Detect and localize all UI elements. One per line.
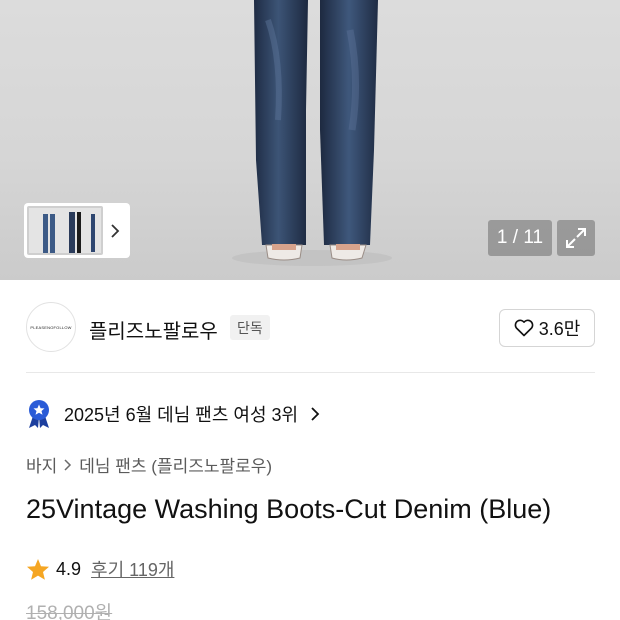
divider: [26, 372, 595, 373]
thumbnail-image[interactable]: [27, 206, 103, 255]
chevron-right-icon: [311, 407, 320, 421]
review-count-link[interactable]: 후기 119개: [91, 556, 174, 582]
like-count: 3.6만: [538, 319, 581, 339]
breadcrumb-item-pants[interactable]: 바지: [26, 452, 57, 477]
exclusive-badge: 단독: [230, 315, 270, 340]
like-button[interactable]: 3.6만: [499, 309, 595, 347]
brand-logo[interactable]: PLEASENOFOLLOW: [26, 302, 76, 352]
thumbnail-chevron-right-icon[interactable]: [103, 223, 127, 239]
ranking-text: 2025년 6월 데님 팬츠 여성 3위: [64, 405, 299, 425]
breadcrumb-item-denim[interactable]: 데님 팬츠 (플리즈노팔로우): [79, 452, 272, 477]
brand-logo-text: PLEASENOFOLLOW: [30, 324, 72, 330]
thumbnail-strip[interactable]: [24, 203, 130, 258]
image-counter: 1 / 11: [488, 220, 552, 256]
rating-row: 4.9 후기 119개: [26, 556, 174, 582]
breadcrumb-chevron-icon: [64, 458, 72, 471]
product-title: 25Vintage Washing Boots-Cut Denim (Blue): [26, 494, 552, 524]
rank-medal-icon: [29, 400, 49, 428]
brand-row: PLEASENOFOLLOW 플리즈노팔로우 단독 3.6만: [0, 282, 620, 372]
star-icon: [27, 558, 49, 580]
product-image-gallery[interactable]: 1 / 11: [0, 0, 620, 280]
heart-icon: [514, 319, 534, 337]
breadcrumb: 바지 데님 팬츠 (플리즈노팔로우): [26, 452, 272, 477]
ranking-link[interactable]: 2025년 6월 데님 팬츠 여성 3위: [26, 398, 320, 430]
original-price: 158,000원: [26, 603, 113, 620]
expand-icon[interactable]: [557, 220, 595, 256]
rating-score: 4.9: [56, 558, 82, 579]
brand-name[interactable]: 플리즈노팔로우: [89, 315, 218, 344]
